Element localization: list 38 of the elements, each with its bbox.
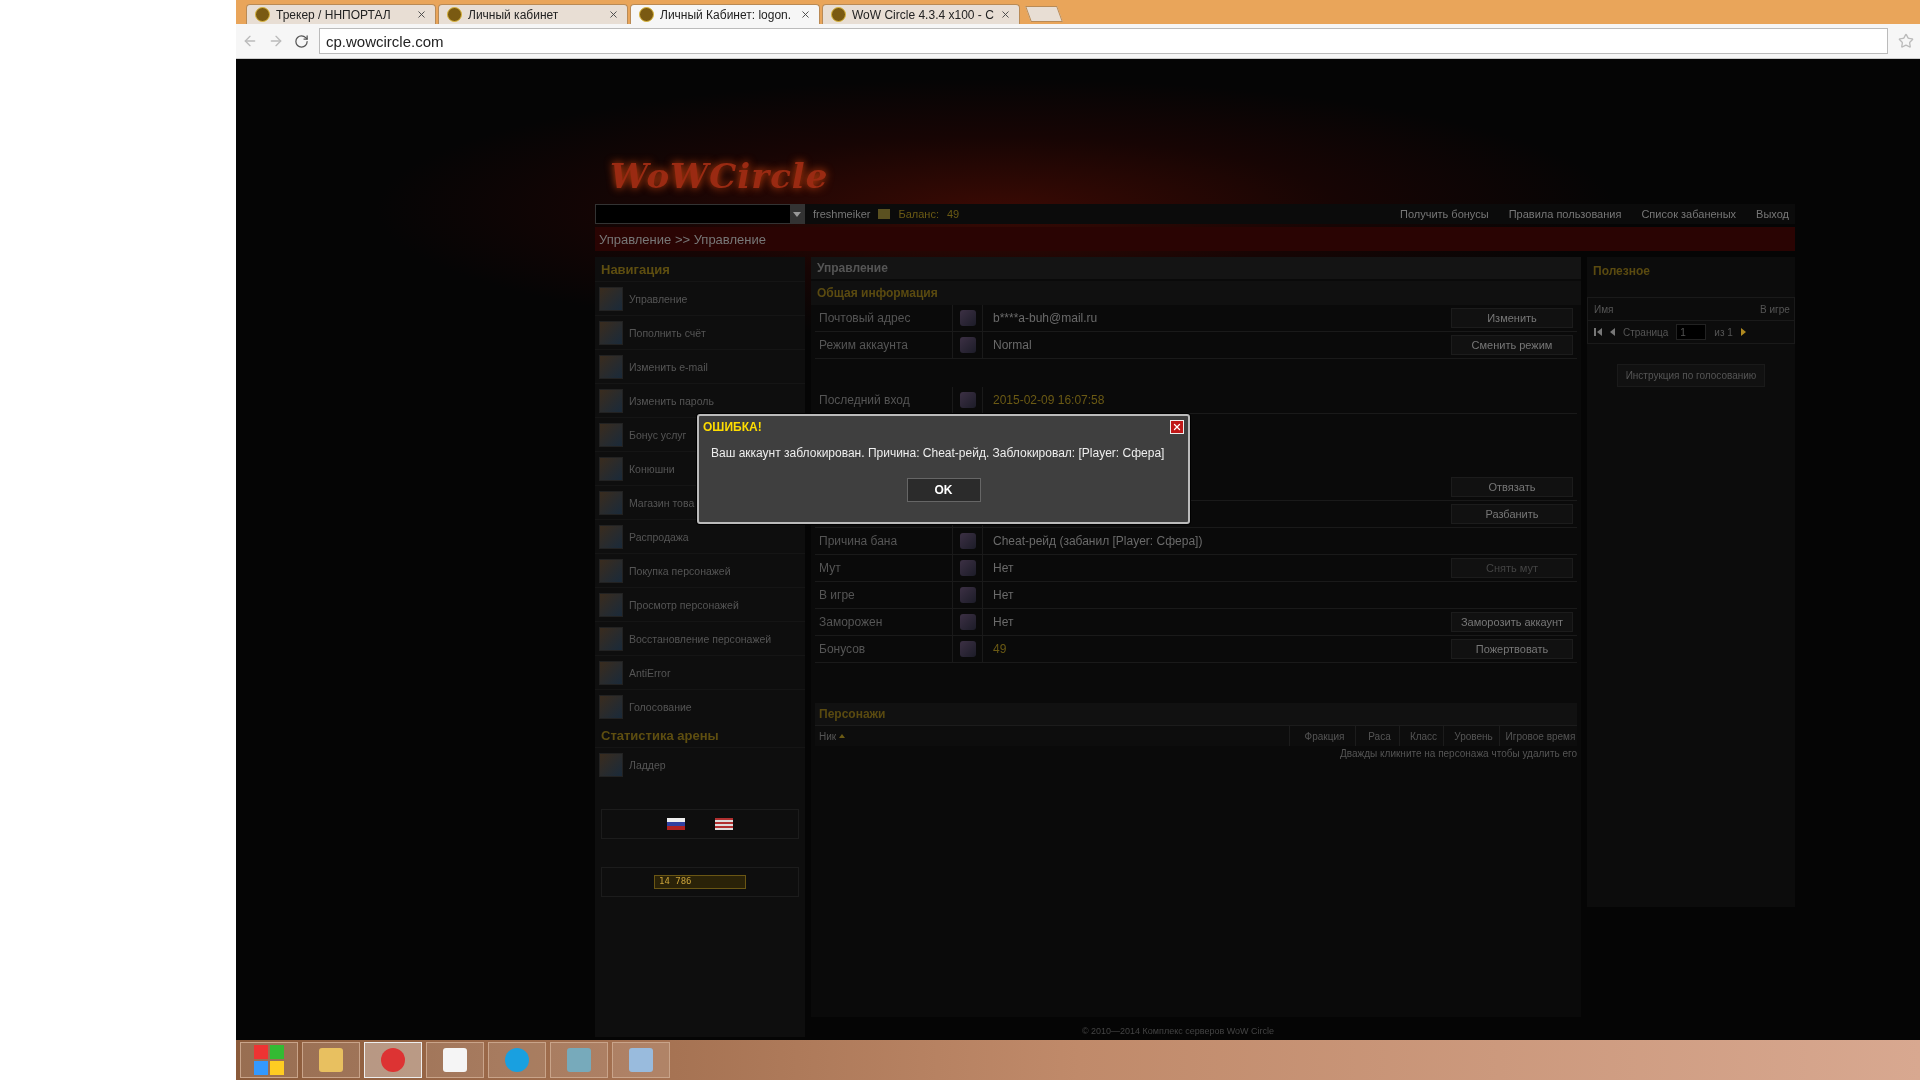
section-title: Персонажи	[815, 703, 1577, 725]
field-value: 49	[992, 641, 1008, 658]
breadcrumb: Управление >> Управление	[595, 227, 1795, 251]
panel-title: Полезное	[1592, 263, 1651, 280]
field-label: Мут	[815, 555, 953, 581]
field-label: В игре	[815, 582, 953, 608]
field-label: Режим аккаунта	[815, 332, 953, 358]
field-value: Cheat-рейд (забанил [Player: Сфера])	[992, 533, 1204, 550]
url-text: cp.wowcircle.com	[326, 32, 444, 50]
balance-value: 49	[947, 208, 960, 220]
field-value: Нет	[992, 587, 1015, 604]
tab-title: Трекер / ННПОРТАЛ	[276, 7, 392, 22]
column-header: Имя	[1593, 302, 1615, 317]
panel-title: Статистика арены	[600, 726, 720, 745]
balance-label: Баланс:	[898, 208, 939, 220]
panel-title: Навигация	[600, 260, 671, 279]
field-label: Причина бана	[815, 528, 953, 554]
dialog-title: ОШИБКА!	[703, 420, 762, 434]
page-label: Страница	[1623, 326, 1669, 338]
field-label: Почтовый адрес	[815, 305, 953, 331]
hint-text: Дважды кликните на персонажа чтобы удалить его	[1340, 748, 1577, 759]
field-value: 2015-02-09 16:07:58	[992, 392, 1106, 409]
field-value: b****a-buh@mail.ru	[992, 310, 1099, 327]
page-count: из 1	[1714, 326, 1733, 338]
dialog-message: Ваш аккаунт заблокирован. Причина: Cheat-рейд. Заблокировал: [Player: Сфера]	[710, 445, 1166, 460]
field-value: Нет	[992, 560, 1015, 577]
visitor-counter: 14 786	[654, 875, 746, 889]
tab-title: Личный кабинет	[468, 7, 560, 22]
tab-title: Личный Кабинет: logon.	[660, 7, 793, 22]
column-header: В игре	[1759, 302, 1791, 317]
field-value: Нет	[992, 614, 1015, 631]
field-value: Normal	[992, 337, 1033, 354]
section-title: Общая информация	[811, 281, 1581, 305]
panel-title: Управление	[811, 257, 1581, 279]
username: freshmeiker	[813, 208, 871, 220]
field-label: Бонусов	[815, 636, 953, 662]
field-label: Заморожен	[815, 609, 953, 635]
tab-title: WoW Circle 4.3.4 x100 - C	[852, 7, 994, 22]
